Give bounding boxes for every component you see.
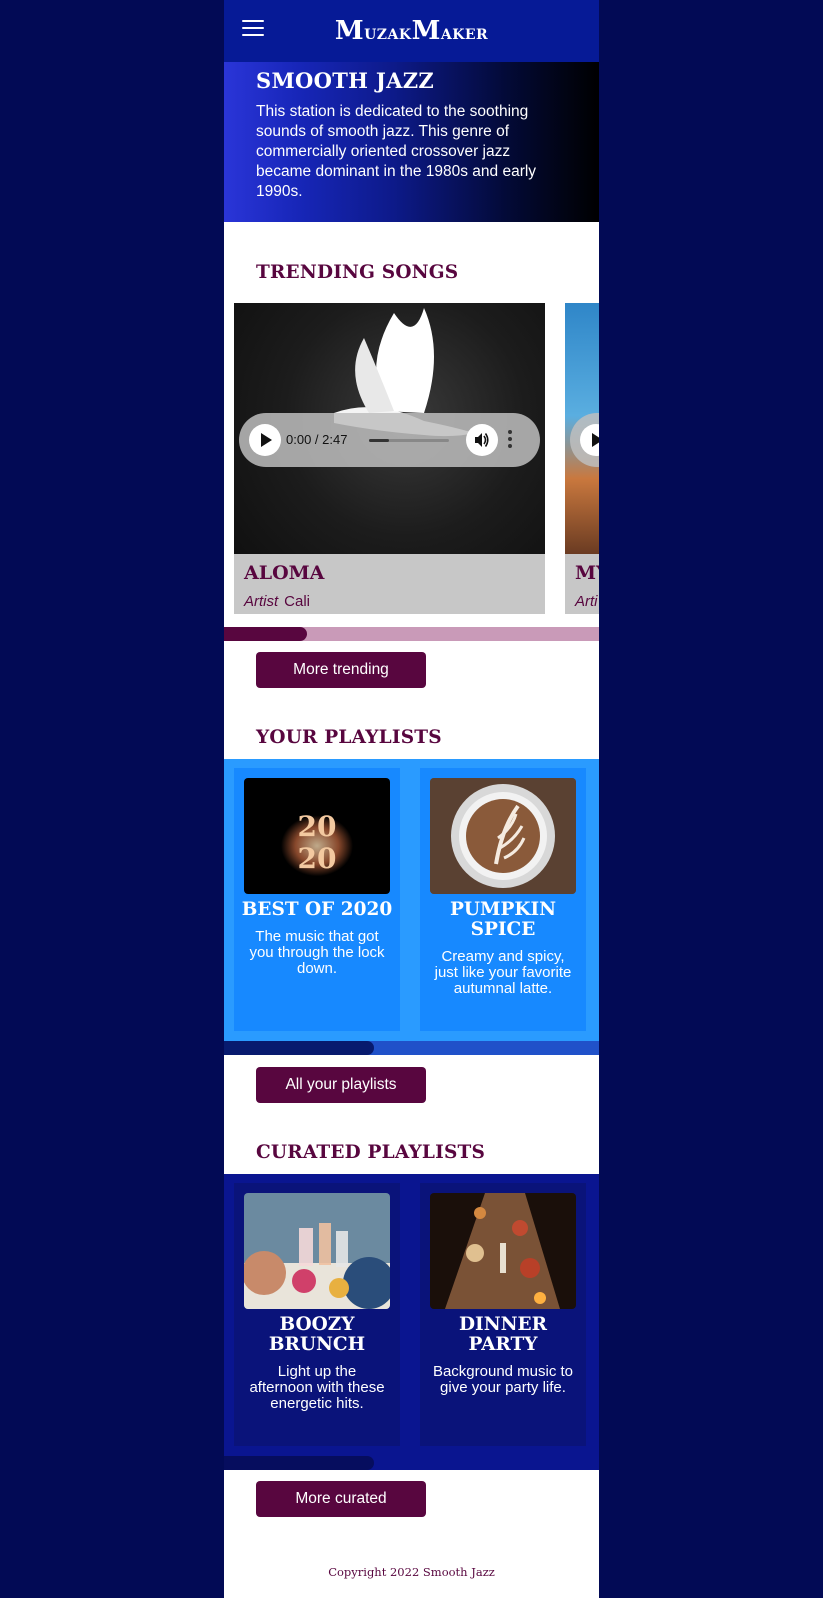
more-trending-button[interactable]: More trending [256, 652, 426, 688]
app-logo[interactable]: MuzakMaker [224, 16, 599, 46]
svg-text:20: 20 [298, 810, 337, 843]
playlist-description: Creamy and spicy, just like your favorit… [434, 948, 572, 997]
2020-sparkler-image: 20 20 [244, 778, 390, 894]
audio-player: 0:00 / 2:47 [239, 413, 540, 467]
scrollbar-thumb[interactable] [224, 627, 307, 641]
svg-text:20: 20 [298, 842, 337, 875]
playback-time: 0:00 / 2:47 [286, 432, 348, 447]
playlist-title: DINNER PARTY [459, 1314, 547, 1355]
your-playlists-carousel: 20 20 BEST OF 2020 The music that got yo… [224, 759, 599, 1041]
playlist-card-boozy-brunch[interactable]: BOOZY BRUNCH Light up the afternoon with… [234, 1183, 400, 1446]
scrollbar-thumb[interactable] [224, 1456, 374, 1470]
more-options-icon[interactable] [507, 430, 513, 450]
trending-songs-heading: TRENDING SONGS [256, 262, 459, 283]
song-card[interactable]: 0:00 / 2:47 ALOMA Artist Cali [234, 303, 545, 614]
app-screen: MuzakMaker SMOOTH JAZZ This station is d… [224, 0, 599, 1598]
play-button[interactable] [580, 424, 599, 456]
playlist-card-pumpkin-spice[interactable]: PUMPKIN SPICE Creamy and spicy, just lik… [420, 768, 586, 1031]
playlist-card-best-of-2020[interactable]: 20 20 BEST OF 2020 The music that got yo… [234, 768, 400, 1031]
curated-scrollbar[interactable] [224, 1456, 599, 1470]
playlist-description: Background music to give your party life… [432, 1363, 574, 1396]
progress-slider[interactable] [369, 439, 449, 442]
logo-letter-m2: M [411, 16, 441, 46]
logo-text-aker: aker [440, 20, 489, 44]
song-title: ALOMA [244, 562, 325, 584]
station-title: SMOOTH JAZZ [256, 68, 434, 93]
song-artist: Arti [575, 593, 599, 610]
top-app-bar: MuzakMaker [224, 0, 599, 62]
curated-playlists-carousel: BOOZY BRUNCH Light up the afternoon with… [224, 1174, 599, 1456]
play-icon [261, 433, 272, 447]
playlist-title: BEST OF 2020 [241, 899, 393, 920]
playlist-title: BOOZY BRUNCH [268, 1314, 366, 1355]
artist-name: Cali [284, 593, 311, 610]
curated-playlists-heading: CURATED PLAYLISTS [256, 1142, 486, 1163]
station-hero: SMOOTH JAZZ This station is dedicated to… [224, 62, 599, 222]
volume-icon [475, 433, 489, 447]
more-curated-button[interactable]: More curated [256, 1481, 426, 1517]
playlist-description: Light up the afternoon with these energe… [249, 1363, 385, 1412]
artist-label: Arti [575, 593, 598, 610]
trending-scrollbar[interactable] [224, 627, 599, 641]
playlist-card-dinner-party[interactable]: DINNER PARTY Background music to give yo… [420, 1183, 586, 1446]
song-artist: Artist Cali [244, 593, 310, 610]
song-card[interactable]: MY Arti [565, 303, 599, 614]
brunch-toast-image [244, 1193, 390, 1309]
station-description: This station is dedicated to the soothin… [256, 103, 537, 200]
play-button[interactable] [249, 424, 281, 456]
playlist-description: The music that got you through the lock … [249, 928, 385, 977]
copyright-footer: Copyright 2022 Smooth Jazz [328, 1565, 495, 1579]
song-meta: ALOMA Artist Cali [234, 554, 545, 614]
your-playlists-heading: YOUR PLAYLISTS [256, 727, 442, 748]
playlist-title: PUMPKIN SPICE [450, 899, 557, 940]
play-icon [592, 433, 599, 447]
dinner-table-image [430, 1193, 576, 1309]
logo-letter-m: M [334, 16, 365, 46]
logo-text-uzak: uzak [364, 20, 412, 44]
scrollbar-thumb[interactable] [224, 1041, 374, 1055]
latte-art-image [430, 778, 576, 894]
volume-button[interactable] [466, 424, 498, 456]
song-title: MY [575, 562, 599, 584]
song-meta: MY Arti [565, 554, 599, 614]
artist-label: Artist [244, 593, 279, 610]
all-your-playlists-button[interactable]: All your playlists [256, 1067, 426, 1103]
your-playlists-scrollbar[interactable] [224, 1041, 599, 1055]
